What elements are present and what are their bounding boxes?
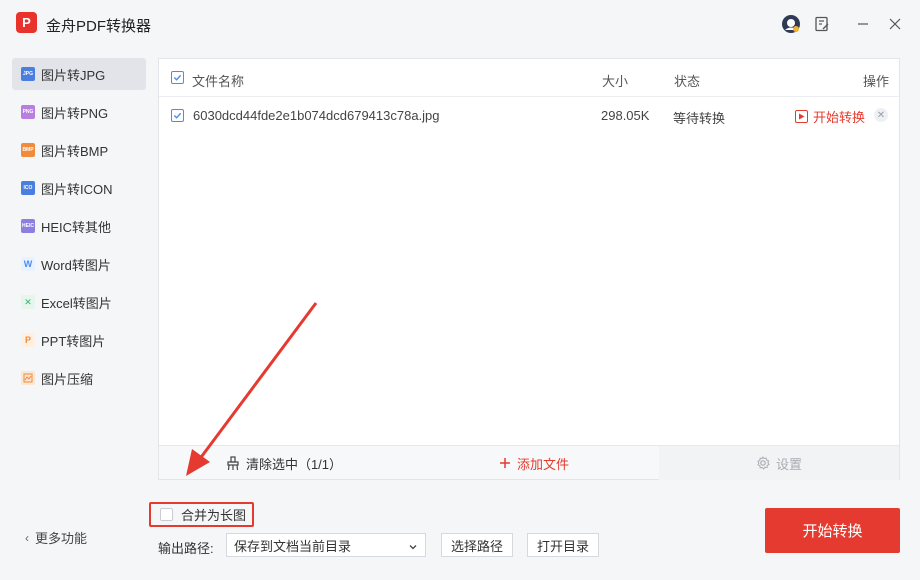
- table-header: 文件名称 大小 状态 操作: [159, 59, 899, 97]
- chevron-down-icon: [408, 540, 418, 555]
- sidebar-item-label: 图片转BMP: [41, 143, 109, 159]
- file-status: 等待转换: [673, 111, 726, 126]
- compress-icon: [21, 371, 35, 385]
- sidebar-item-label: HEIC转其他: [41, 219, 112, 235]
- sidebar-item-label: 图片转JPG: [41, 67, 106, 83]
- heic-icon: HEIC: [21, 219, 35, 233]
- sidebar-item-excel[interactable]: ✕ Excel转图片: [12, 286, 146, 318]
- sidebar-item-png[interactable]: PNG 图片转PNG: [12, 96, 146, 128]
- column-header-status: 状态: [674, 74, 701, 89]
- more-features-label: 更多功能: [35, 531, 88, 546]
- close-icon[interactable]: [885, 14, 905, 34]
- remove-file-icon[interactable]: ✕: [874, 108, 888, 122]
- output-path-select[interactable]: 保存到文档当前目录: [226, 533, 426, 557]
- sidebar-item-bmp[interactable]: BMP 图片转BMP: [12, 134, 146, 166]
- bmp-icon: BMP: [21, 143, 35, 157]
- file-size: 298.05K: [601, 108, 650, 123]
- broom-icon: [226, 455, 240, 471]
- sidebar-item-label: Excel转图片: [41, 295, 112, 311]
- user-avatar-icon[interactable]: [781, 14, 801, 34]
- row-checkbox[interactable]: [171, 109, 184, 122]
- more-features-link[interactable]: ‹ 更多功能: [25, 528, 87, 547]
- output-path-value: 保存到文档当前目录: [234, 538, 352, 554]
- app-logo: P: [16, 12, 37, 33]
- select-all-checkbox[interactable]: [171, 71, 184, 84]
- sidebar-item-label: Word转图片: [41, 257, 111, 273]
- output-path-label: 输出路径:: [158, 541, 214, 556]
- clear-selected-button[interactable]: 清除选中（1/1）: [159, 446, 409, 480]
- title-bar: P 金舟PDF转换器: [0, 0, 920, 50]
- gear-icon: [756, 456, 770, 470]
- open-directory-button[interactable]: 打开目录: [527, 533, 599, 557]
- ico-icon: ICO: [21, 181, 35, 195]
- sidebar-item-label: 图片转PNG: [41, 105, 109, 121]
- play-icon: [795, 110, 808, 123]
- sidebar-item-heic[interactable]: HEIC HEIC转其他: [12, 210, 146, 242]
- jpg-icon: JPG: [21, 67, 35, 81]
- sidebar-item-jpg[interactable]: JPG 图片转JPG: [12, 58, 146, 90]
- sidebar-item-label: 图片压缩: [41, 371, 94, 387]
- merge-label: 合并为长图: [181, 508, 247, 523]
- minimize-icon[interactable]: [853, 14, 873, 34]
- feedback-icon[interactable]: [812, 14, 832, 34]
- merge-long-image-checkbox[interactable]: 合并为长图: [149, 502, 254, 527]
- panel-toolbar: 清除选中（1/1） 添加文件 设置: [159, 445, 899, 480]
- column-header-size: 大小: [602, 74, 629, 89]
- row-action-label: 开始转换: [813, 110, 866, 125]
- settings-label: 设置: [775, 456, 802, 472]
- sidebar-item-compress[interactable]: 图片压缩: [12, 362, 146, 394]
- choose-path-button[interactable]: 选择路径: [441, 533, 513, 557]
- add-file-button[interactable]: 添加文件: [409, 446, 659, 480]
- app-title: 金舟PDF转换器: [46, 18, 152, 35]
- column-header-name: 文件名称: [192, 74, 245, 89]
- merge-checkbox-box[interactable]: [160, 508, 173, 521]
- sidebar-item-ppt[interactable]: P PPT转图片: [12, 324, 146, 356]
- sidebar-item-label: 图片转ICON: [41, 181, 113, 197]
- chevron-left-icon: ‹: [25, 530, 29, 545]
- excel-icon: ✕: [21, 295, 35, 309]
- sidebar-item-label: PPT转图片: [41, 333, 106, 349]
- add-file-label: 添加文件: [516, 456, 569, 472]
- ppt-icon: P: [21, 333, 35, 347]
- sidebar-item-word[interactable]: W Word转图片: [12, 248, 146, 280]
- table-row[interactable]: 6030dcd44fde2e1b074dcd679413c78a.jpg 298…: [159, 97, 899, 133]
- row-start-convert-button[interactable]: 开始转换: [795, 107, 865, 126]
- sidebar: JPG 图片转JPG PNG 图片转PNG BMP 图片转BMP ICO 图片转…: [0, 50, 158, 580]
- start-convert-button[interactable]: 开始转换: [765, 508, 900, 553]
- png-icon: PNG: [21, 105, 35, 119]
- file-name: 6030dcd44fde2e1b074dcd679413c78a.jpg: [193, 108, 440, 123]
- settings-button[interactable]: 设置: [659, 446, 899, 480]
- sidebar-item-icon[interactable]: ICO 图片转ICON: [12, 172, 146, 204]
- file-list-panel: 文件名称 大小 状态 操作 6030dcd44fde2e1b074dcd6794…: [158, 58, 900, 480]
- plus-icon: [499, 457, 511, 469]
- clear-selected-label: 清除选中（1/1）: [245, 456, 343, 472]
- column-header-action: 操作: [863, 74, 890, 89]
- word-icon: W: [21, 257, 35, 271]
